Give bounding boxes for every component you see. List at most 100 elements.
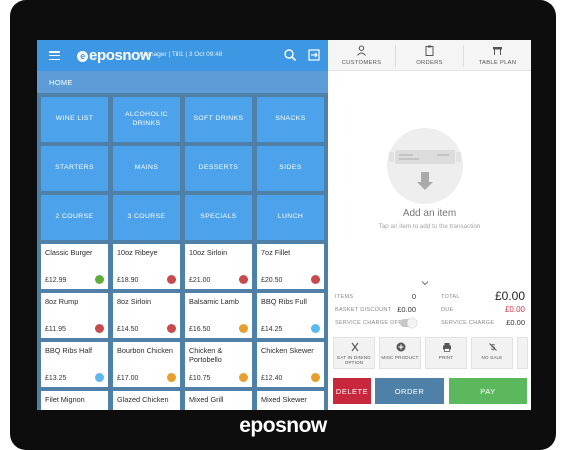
breadcrumb[interactable]: HOME [37,71,328,93]
more-actions-button[interactable] [517,337,528,369]
category-mains[interactable]: MAINS [113,146,180,191]
top-tabs: CUSTOMERS ORDERS TABLE PLAN [328,40,531,71]
product-price: £18.90 [117,277,139,284]
product-name: Balsamic Lamb [189,297,239,306]
tab-label: CUSTOMERS [341,60,382,66]
product-tile[interactable]: Chicken & Portobello £10.75 [185,342,252,387]
product-tile[interactable]: 10oz Sirloin £21.00 [185,244,252,289]
due-value: £0.00 [504,305,525,314]
product-tile[interactable]: Classic Burger £12.99 [41,244,108,289]
product-name: BBQ Ribs Half [45,346,93,355]
category-specials[interactable]: SPECIALS [185,195,252,240]
product-tile[interactable]: 10oz Ribeye £18.90 [113,244,180,289]
product-name: Glazed Chicken [117,395,169,404]
category-alcoholic-drinks[interactable]: ALCOHOLIC DRINKS [113,97,180,142]
product-tile[interactable]: Filet Mignon [41,391,108,410]
tab-orders[interactable]: ORDERS [396,40,463,71]
product-name: 10oz Ribeye [117,248,158,257]
plus-circle-icon [396,342,406,352]
product-price: £14.25 [261,326,283,333]
action-bar: EAT IN DINING OPTION MISC PRODUCT PRINT [333,337,528,371]
misc-product-button[interactable]: MISC PRODUCT [379,337,421,369]
product-tile[interactable]: Balsamic Lamb £16.50 [185,293,252,338]
product-color-dot [95,324,104,333]
search-icon[interactable] [283,48,297,62]
product-price: £11.95 [45,326,66,333]
product-name: Bourbon Chicken [117,346,173,355]
tab-label: ORDERS [416,60,443,66]
product-price: £12.40 [261,375,283,382]
tab-table-plan[interactable]: TABLE PLAN [464,40,531,71]
person-icon [357,45,366,56]
bezel-logo: eposnow [239,414,327,437]
action-label: PRINT [438,355,454,360]
product-price: £16.50 [189,326,211,333]
product-tile[interactable]: 7oz Fillet £20.50 [257,244,324,289]
product-color-dot [95,373,104,382]
menu-icon[interactable] [49,51,60,61]
product-color-dot [239,275,248,284]
product-tile[interactable]: Bourbon Chicken £17.00 [113,342,180,387]
clipboard-icon [425,45,434,56]
print-button[interactable]: PRINT [425,337,467,369]
product-price: £12.99 [45,277,67,284]
product-tile[interactable]: Mixed Skewer [257,391,324,410]
category-sides[interactable]: SIDES [257,146,324,191]
order-button[interactable]: ORDER [375,378,444,404]
category-starters[interactable]: STARTERS [41,146,108,191]
product-price: £10.75 [189,375,211,382]
eat-in-button[interactable]: EAT IN DINING OPTION [333,337,375,369]
product-price: £13.25 [45,375,67,382]
logo-mark-icon: e [77,51,88,62]
service-charge-toggle[interactable] [400,318,417,328]
category-soft-drinks[interactable]: SOFT DRINKS [185,97,252,142]
table-icon [493,47,502,55]
product-tile[interactable]: BBQ Ribs Full £14.25 [257,293,324,338]
items-label: ITEMS [335,294,354,300]
delete-button[interactable]: DELETE [333,378,371,404]
printer-icon [443,343,451,352]
category-3-course[interactable]: 3 COURSE [113,195,180,240]
category-lunch[interactable]: LUNCH [257,195,324,240]
product-name: Chicken Skewer [261,346,314,355]
basket-graphic-icon [389,150,461,190]
category-snacks[interactable]: SNACKS [257,97,324,142]
product-tile[interactable]: Chicken Skewer £12.40 [257,342,324,387]
product-tile[interactable]: BBQ Ribs Half £13.25 [41,342,108,387]
logout-icon[interactable] [307,48,321,62]
basket-discount-value[interactable]: £0.00 [383,305,416,314]
product-price: £14.50 [117,326,139,333]
product-color-dot [311,275,320,284]
product-tile[interactable]: 8oz Rump £11.95 [41,293,108,338]
no-sale-icon: $ [489,343,497,352]
cutlery-icon [351,342,359,352]
pos-screen: e eposnow Manager | Till1 | 3 Oct 09:48 H… [37,40,531,410]
total-value: £0.00 [494,289,525,303]
category-wine-list[interactable]: WINE LIST [41,97,108,142]
items-value: 0 [411,292,416,301]
product-name: Mixed Grill [189,395,224,404]
service-charge-value: £0.00 [506,318,525,327]
empty-state-title: Add an item [402,208,457,219]
product-name: Filet Mignon [45,395,85,404]
tab-customers[interactable]: CUSTOMERS [328,40,395,71]
chevron-down-icon[interactable] [421,279,429,287]
product-tile[interactable]: 8oz Sirloin £14.50 [113,293,180,338]
product-price: £21.00 [189,277,211,284]
product-name: Mixed Skewer [261,395,307,404]
category-desserts[interactable]: DESSERTS [185,146,252,191]
product-tile[interactable]: Mixed Grill [185,391,252,410]
product-tile[interactable]: Glazed Chicken [113,391,180,410]
pay-button[interactable]: PAY [449,378,527,404]
action-label: NO SALE [481,355,503,360]
product-panel: e eposnow Manager | Till1 | 3 Oct 09:48 H… [37,40,328,410]
product-price: £17.00 [117,375,139,382]
category-2-course[interactable]: 2 COURSE [41,195,108,240]
due-label: DUE [441,307,454,313]
no-sale-button[interactable]: $ NO SALE [471,337,513,369]
product-color-dot [311,373,320,382]
product-color-dot [239,373,248,382]
total-label: TOTAL [441,294,460,300]
product-color-dot [167,324,176,333]
product-name: Chicken & Portobello [189,346,223,365]
